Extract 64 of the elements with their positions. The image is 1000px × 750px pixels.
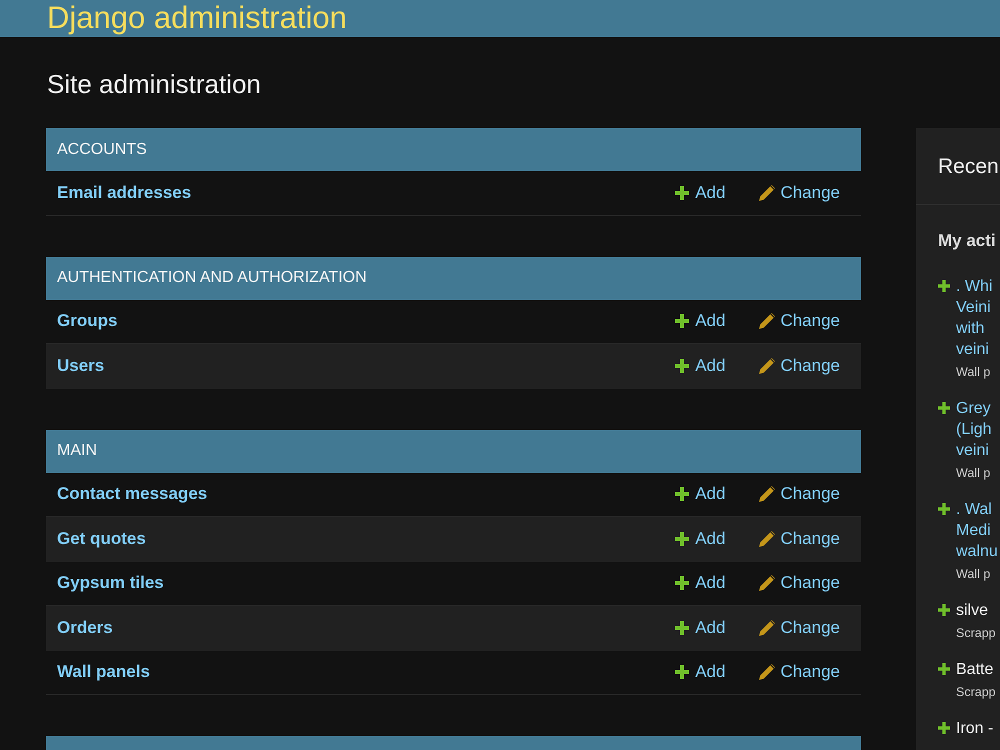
plus-icon <box>675 314 690 328</box>
model-link[interactable]: Contact messages <box>57 484 208 504</box>
pencil-icon <box>759 358 776 374</box>
pencil-icon <box>759 530 776 547</box>
entry-text: Batte <box>956 660 994 680</box>
add-link[interactable]: Add <box>675 618 726 638</box>
plus-icon <box>938 503 950 515</box>
model-link[interactable]: Users <box>57 356 104 376</box>
pencil-icon <box>759 664 776 680</box>
add-link[interactable]: Add <box>675 182 726 203</box>
model-link[interactable]: Groups <box>57 311 118 332</box>
content-type-label: Scrapp <box>956 624 996 642</box>
panel-heading: Recen <box>937 154 1000 180</box>
plus-icon <box>675 665 690 680</box>
add-link[interactable]: Add <box>675 356 726 376</box>
plus-icon <box>675 358 690 373</box>
site-title[interactable]: Django administration <box>47 0 347 36</box>
plus-icon <box>675 487 690 502</box>
plus-icon <box>938 402 950 414</box>
model-link[interactable]: Wall panels <box>57 662 150 682</box>
model-link[interactable]: Gypsum tiles <box>57 573 164 594</box>
content-type-label: Wall p <box>956 464 990 482</box>
module-header[interactable]: AUTHENTICATION AND AUTHORIZATION <box>46 256 861 300</box>
entry-link[interactable]: Grey (Ligh veini <box>956 398 992 460</box>
change-link[interactable]: Change <box>759 182 840 203</box>
content-type-label: Wall p <box>956 364 990 380</box>
entry-link[interactable]: . Whi Veini with veini <box>956 276 992 360</box>
change-link[interactable]: Change <box>759 618 840 638</box>
module-header[interactable]: ACCOUNTS <box>46 128 861 171</box>
plus-icon <box>675 186 690 200</box>
add-link[interactable]: Add <box>675 662 726 682</box>
add-link[interactable]: Add <box>675 528 726 549</box>
plus-icon <box>675 620 690 635</box>
change-link[interactable]: Change <box>759 311 840 332</box>
model-link[interactable]: Get quotes <box>57 528 146 549</box>
add-link[interactable]: Add <box>675 573 726 594</box>
pencil-icon <box>759 486 776 502</box>
pencil-icon <box>759 620 776 636</box>
plus-icon <box>675 532 690 546</box>
plus-icon <box>675 576 690 590</box>
change-link[interactable]: Change <box>759 484 840 504</box>
entry-link[interactable]: . Wal Medi walnu <box>956 498 998 562</box>
plus-icon <box>938 663 950 675</box>
pencil-icon <box>759 313 776 330</box>
add-link[interactable]: Add <box>675 484 726 504</box>
pencil-icon <box>759 184 776 201</box>
entry-text: Iron - <box>956 718 994 738</box>
plus-icon <box>938 280 950 292</box>
model-link[interactable]: Email addresses <box>57 182 192 203</box>
section-heading: My acti <box>938 230 996 252</box>
change-link[interactable]: Change <box>759 356 840 376</box>
content-type-label: Scrapp <box>956 684 996 700</box>
pencil-icon <box>759 575 776 592</box>
content-type-label: Wall p <box>956 566 990 582</box>
change-link[interactable]: Change <box>759 528 840 549</box>
change-link[interactable]: Change <box>759 662 840 682</box>
add-link[interactable]: Add <box>675 311 726 332</box>
plus-icon <box>938 604 950 616</box>
plus-icon <box>938 722 950 734</box>
model-link[interactable]: Orders <box>57 618 113 638</box>
change-link[interactable]: Change <box>759 573 840 594</box>
module-header[interactable]: MAIN <box>46 430 861 472</box>
entry-text: silve <box>956 600 988 620</box>
page-heading: Site administration <box>47 68 261 100</box>
